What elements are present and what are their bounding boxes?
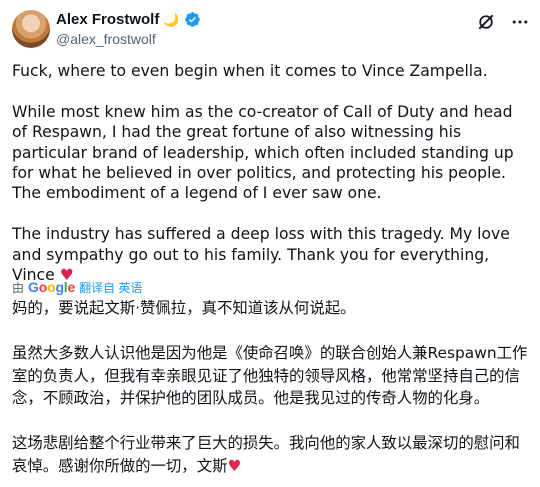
author-names: Alex Frostwolf 🌙 @alex_frostwolf [56, 10, 201, 49]
translated-paragraph-1: 妈的，要说起文斯·赞佩拉，真不知道该从何说起。 [12, 299, 356, 317]
more-icon[interactable] [510, 12, 530, 32]
tweet-paragraph-3: The industry has suffered a deep loss wi… [12, 225, 510, 285]
display-name[interactable]: Alex Frostwolf [56, 10, 159, 29]
translated-text: 妈的，要说起文斯·赞佩拉，真不知道该从何说起。 虽然大多数人认识他是因为他是《使… [12, 297, 532, 477]
translation-attribution: 由 Google 翻译自 英语 [12, 279, 142, 295]
translated-heart-emoji: ♥ [227, 456, 242, 475]
translated-from-link[interactable]: 翻译自 英语 [79, 279, 142, 296]
verified-badge-icon [184, 12, 200, 27]
tweet-paragraph-1: Fuck, where to even begin when it comes … [12, 62, 488, 80]
tweet-text: Fuck, where to even begin when it comes … [12, 61, 528, 285]
handle[interactable]: @alex_frostwolf [56, 30, 201, 49]
tweet-paragraph-2: While most knew him as the co-creator of… [12, 102, 514, 203]
translated-by-label: 由 [12, 280, 25, 295]
translated-paragraph-2: 虽然大多数人认识他是因为他是《使命召唤》的联合创始人兼Respawn工作室的负责… [12, 344, 528, 407]
display-name-row: Alex Frostwolf 🌙 [56, 10, 201, 29]
grok-icon[interactable] [476, 12, 496, 32]
tweet-header: Alex Frostwolf 🌙 @alex_frostwolf [12, 8, 530, 50]
translated-paragraph-3: 这场悲剧给整个行业带来了巨大的损失。我向他的家人致以最深切的慰问和哀悼。感谢你所… [12, 434, 520, 475]
google-logo: Google [28, 279, 76, 295]
avatar[interactable] [12, 10, 50, 48]
name-emoji: 🌙 [163, 12, 180, 27]
top-actions [476, 12, 530, 32]
